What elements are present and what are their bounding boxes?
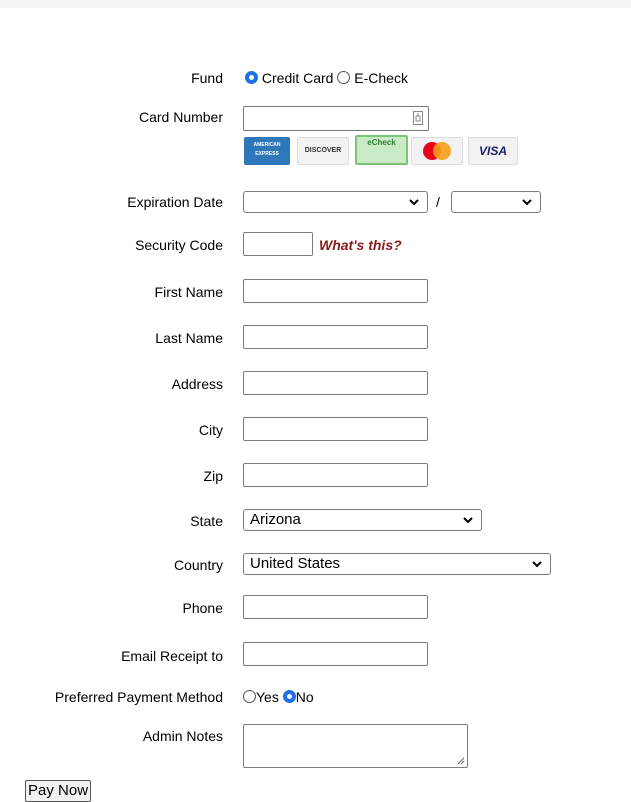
preferred-payment-yes-label[interactable]: Yes (256, 689, 279, 705)
fund-radio-group: Credit Card E-Check (245, 70, 408, 86)
chevron-down-icon (463, 517, 473, 524)
whats-this-link[interactable]: What's this? (319, 237, 402, 253)
echeck-icon: eCheck (355, 135, 408, 165)
expiration-separator: / (436, 194, 440, 210)
security-code-input[interactable] (243, 232, 313, 256)
address-input[interactable] (243, 371, 428, 395)
fund-echeck-radio[interactable] (337, 71, 351, 84)
email-receipt-input[interactable] (243, 642, 428, 666)
card-number-label: Card Number (138, 109, 223, 125)
fund-echeck-label[interactable]: E-Check (354, 70, 408, 86)
chevron-down-icon (532, 561, 542, 568)
city-label: City (198, 422, 223, 438)
mastercard-icon (411, 137, 463, 165)
first-name-input[interactable] (243, 279, 428, 303)
visa-icon: VISA (468, 137, 518, 165)
address-label: Address (171, 376, 223, 392)
card-number-input[interactable] (243, 106, 429, 131)
last-name-label: Last Name (155, 330, 223, 346)
state-select[interactable]: Arizona (243, 509, 482, 531)
fund-label: Fund (191, 70, 223, 86)
admin-notes-label: Admin Notes (142, 728, 223, 744)
zip-input[interactable] (243, 463, 428, 487)
fund-credit-card-radio[interactable] (245, 71, 258, 84)
expiration-year-select[interactable] (451, 191, 541, 213)
autofill-key-icon[interactable] (413, 111, 423, 125)
chevron-down-icon (522, 199, 532, 206)
expiration-date-label: Expiration Date (127, 194, 223, 210)
security-code-label: Security Code (135, 237, 223, 253)
resize-grip-icon[interactable] (457, 757, 465, 765)
zip-label: Zip (203, 468, 223, 484)
discover-icon: DISCOVER (297, 137, 349, 165)
country-label: Country (173, 557, 223, 573)
preferred-payment-no-radio[interactable] (282, 690, 296, 703)
phone-input[interactable] (243, 595, 428, 619)
preferred-payment-no-label[interactable]: No (296, 689, 314, 705)
email-receipt-label: Email Receipt to (121, 648, 223, 664)
top-band (0, 0, 631, 8)
chevron-down-icon (409, 199, 419, 206)
city-input[interactable] (243, 417, 428, 441)
expiration-month-select[interactable] (243, 191, 428, 213)
country-select[interactable]: United States (243, 553, 551, 575)
pay-now-button[interactable]: Pay Now (25, 780, 92, 802)
state-label: State (190, 513, 223, 529)
preferred-payment-yes-radio[interactable] (243, 690, 256, 703)
fund-credit-card-label[interactable]: Credit Card (262, 70, 334, 86)
admin-notes-textarea[interactable] (243, 724, 468, 768)
preferred-payment-radio-group: Yes No (243, 689, 314, 705)
last-name-input[interactable] (243, 325, 428, 349)
preferred-payment-label: Preferred Payment Method (54, 689, 223, 705)
first-name-label: First Name (154, 284, 223, 300)
phone-label: Phone (182, 600, 223, 616)
american-express-icon: AMERICAN EXPRESS (244, 137, 290, 165)
